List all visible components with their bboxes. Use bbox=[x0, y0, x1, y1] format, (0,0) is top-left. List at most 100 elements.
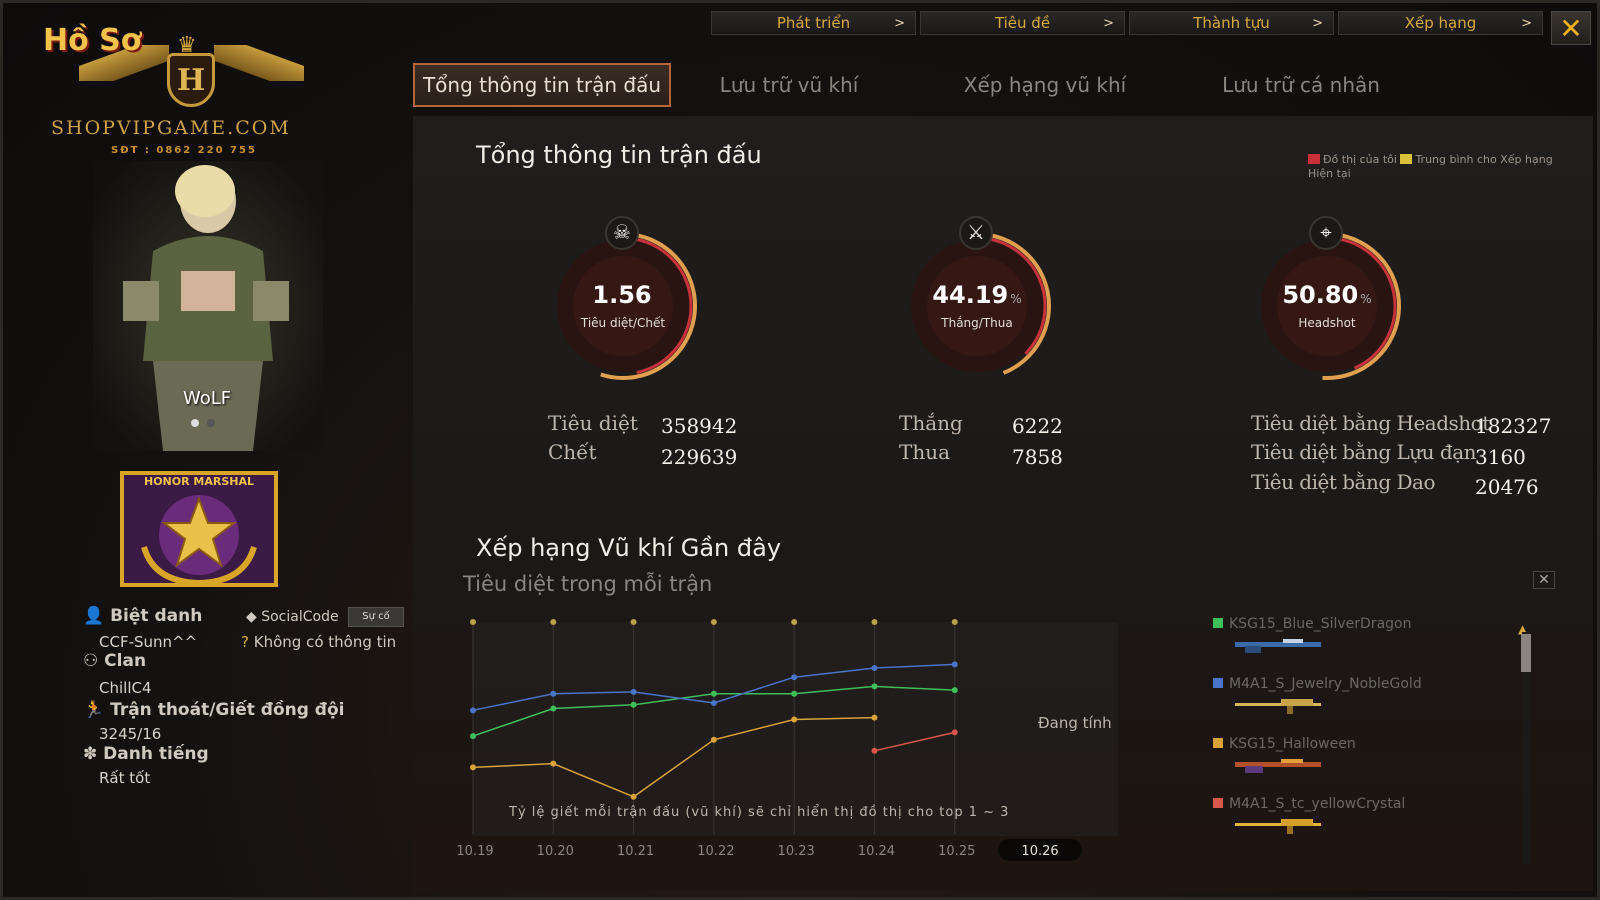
weapon-item[interactable]: KSG15_Halloween bbox=[1213, 736, 1513, 796]
profile-window: ♛ H Hồ Sơ SHOPVIPGAME.COM SĐT : 0862 220… bbox=[0, 0, 1600, 900]
weapon-item[interactable]: M4A1_S_tc_yellowCrystal bbox=[1213, 796, 1513, 856]
data-point bbox=[871, 714, 878, 721]
x-tick-label: 10.21 bbox=[617, 844, 654, 859]
gauge-label: Headshot bbox=[1298, 316, 1356, 330]
rank-emblem-icon bbox=[141, 495, 257, 587]
x-tick-label: 10.24 bbox=[858, 844, 895, 859]
portrait-pager bbox=[191, 419, 215, 427]
clan-label: ⚇ Clan bbox=[83, 651, 146, 671]
alias-label-text: Biệt danh bbox=[110, 606, 203, 626]
top-nav: Phát triển > Tiêu đề > Thành tựu > Xếp hạng… bbox=[711, 11, 1543, 35]
graph-legend: Đồ thị của tôi Trung bình cho Xếp hạng H… bbox=[1308, 153, 1568, 181]
data-point bbox=[871, 665, 878, 671]
help-icon[interactable]: ? bbox=[241, 633, 249, 651]
data-point bbox=[550, 690, 557, 697]
top-nav-ranking[interactable]: Xếp hạng > bbox=[1338, 11, 1543, 35]
top-nav-achievements[interactable]: Thành tựu > bbox=[1129, 11, 1334, 35]
top-nav-development[interactable]: Phát triển > bbox=[711, 11, 916, 35]
data-point bbox=[470, 764, 476, 771]
reputation-icon: ✽ bbox=[83, 744, 98, 764]
tab-personal-archive[interactable]: Lưu trữ cá nhân bbox=[1183, 63, 1419, 107]
tab-weapon-archive[interactable]: Lưu trữ vũ khí bbox=[671, 63, 907, 107]
alias-value: CCF-Sunn^^ bbox=[99, 633, 198, 651]
weapon-item[interactable]: KSG15_Blue_SilverDragon bbox=[1213, 616, 1513, 676]
grenade-kills-label: Tiêu diệt bằng Lựu đạn bbox=[1251, 440, 1477, 464]
grid-top-dot bbox=[550, 619, 557, 625]
knife-kills-label: Tiêu diệt bằng Dao bbox=[1251, 470, 1436, 494]
grid-top-dot bbox=[710, 619, 717, 625]
reputation-value: Rất tốt bbox=[99, 769, 151, 787]
data-point bbox=[791, 674, 798, 681]
logo-site: SHOPVIPGAME.COM bbox=[51, 117, 291, 139]
data-point bbox=[630, 793, 637, 800]
rifle-crystal-icon bbox=[1235, 819, 1321, 834]
chevron-right-icon: > bbox=[894, 15, 905, 31]
deaths-value: 229639 bbox=[661, 445, 738, 469]
top-nav-titles[interactable]: Tiêu đề > bbox=[920, 11, 1125, 35]
recent-title: Xếp hạng Vũ khí Gần đây bbox=[476, 534, 782, 562]
crosshair-icon: ⌖ bbox=[1309, 216, 1343, 250]
x-tick-label: 10.19 bbox=[456, 844, 493, 859]
data-point bbox=[791, 716, 798, 723]
chevron-right-icon: > bbox=[1312, 15, 1323, 31]
top-nav-label: Phát triển bbox=[776, 14, 851, 32]
chart-footnote: Tỷ lệ giết mỗi trận đấu (vũ khí) sẽ chỉ … bbox=[509, 805, 1010, 820]
data-point bbox=[951, 687, 958, 694]
logo-wing-right-icon bbox=[214, 45, 304, 81]
series-swatch bbox=[1213, 738, 1223, 748]
tab-bar: Tổng thông tin trận đấu Lưu trữ vũ khí X… bbox=[413, 63, 1419, 107]
x-tick-label: 10.22 bbox=[697, 844, 734, 859]
window-title: Hồ Sơ bbox=[43, 23, 142, 58]
plot-background bbox=[473, 622, 1118, 836]
chart-close-button[interactable]: ✕ bbox=[1533, 571, 1555, 589]
pager-dot[interactable] bbox=[191, 419, 199, 427]
weapon-name-text: KSG15_Halloween bbox=[1229, 736, 1356, 752]
skull-icon: ☠ bbox=[605, 216, 639, 250]
data-point bbox=[470, 707, 476, 714]
reputation-label: ✽ Danh tiếng bbox=[83, 744, 209, 764]
tab-weapon-ranking[interactable]: Xếp hạng vũ khí bbox=[907, 63, 1183, 107]
weapon-name: M4A1_S_Jewelry_NobleGold bbox=[1213, 676, 1513, 692]
series-swatch bbox=[1213, 678, 1223, 688]
data-point bbox=[710, 699, 717, 706]
socialcode-icon: ◆ bbox=[246, 609, 257, 625]
pager-dot[interactable] bbox=[207, 419, 215, 427]
reputation-label-text: Danh tiếng bbox=[103, 744, 209, 764]
chevron-right-icon: > bbox=[1521, 15, 1532, 31]
shotgun-halloween-icon bbox=[1235, 759, 1321, 773]
knife-kills-value: 20476 bbox=[1475, 475, 1539, 499]
x-tick-label: 10.20 bbox=[537, 844, 574, 859]
losses-label: Thua bbox=[899, 440, 951, 464]
scroll-thumb[interactable] bbox=[1521, 634, 1531, 672]
logo-shield: H bbox=[167, 53, 215, 107]
gauge-headshot: ⌖ 50.80% Headshot bbox=[1247, 216, 1407, 386]
deaths-label: Chết bbox=[548, 440, 597, 464]
weapon-name: KSG15_Halloween bbox=[1213, 736, 1513, 752]
weapon-name: M4A1_S_tc_yellowCrystal bbox=[1213, 796, 1513, 812]
socialcode-report-button[interactable]: Sự cố bbox=[348, 607, 404, 627]
gauge-win-loss: ⚔ 44.19% Thắng/Thua bbox=[897, 216, 1057, 386]
data-point bbox=[470, 733, 476, 740]
weapon-item[interactable]: M4A1_S_Jewelry_NobleGold bbox=[1213, 676, 1513, 736]
headshot-kills-label: Tiêu diệt bằng Headshot bbox=[1251, 411, 1490, 435]
gauge-label: Tiêu diệt/Chết bbox=[580, 316, 666, 330]
summary-title: Tổng thông tin trận đấu bbox=[476, 141, 762, 169]
grid-top-dot bbox=[630, 619, 637, 625]
socialcode-label: ◆ SocialCode bbox=[246, 609, 339, 625]
tab-match-summary[interactable]: Tổng thông tin trận đấu bbox=[413, 63, 671, 107]
close-button[interactable]: ✕ bbox=[1551, 11, 1591, 45]
grenade-kills-value: 3160 bbox=[1475, 445, 1526, 469]
player-nickname: WoLF bbox=[183, 388, 232, 409]
grid-top-dot bbox=[470, 619, 476, 625]
gauge-value: 1.56 bbox=[592, 281, 652, 309]
data-point bbox=[871, 683, 878, 690]
data-point bbox=[550, 760, 557, 767]
leave-teamkill-label: 🏃 Trận thoát/Giết đồng đội bbox=[83, 700, 344, 720]
leave-teamkill-label-text: Trận thoát/Giết đồng đội bbox=[110, 700, 345, 720]
weapon-name-text: KSG15_Blue_SilverDragon bbox=[1229, 616, 1412, 632]
weapon-list-scrollbar[interactable]: ▲ bbox=[1518, 622, 1531, 864]
data-point bbox=[791, 690, 798, 697]
series-swatch bbox=[1213, 618, 1223, 628]
legend-swatch-avg bbox=[1400, 154, 1413, 164]
x-tick-label: 10.26 bbox=[1021, 844, 1058, 859]
